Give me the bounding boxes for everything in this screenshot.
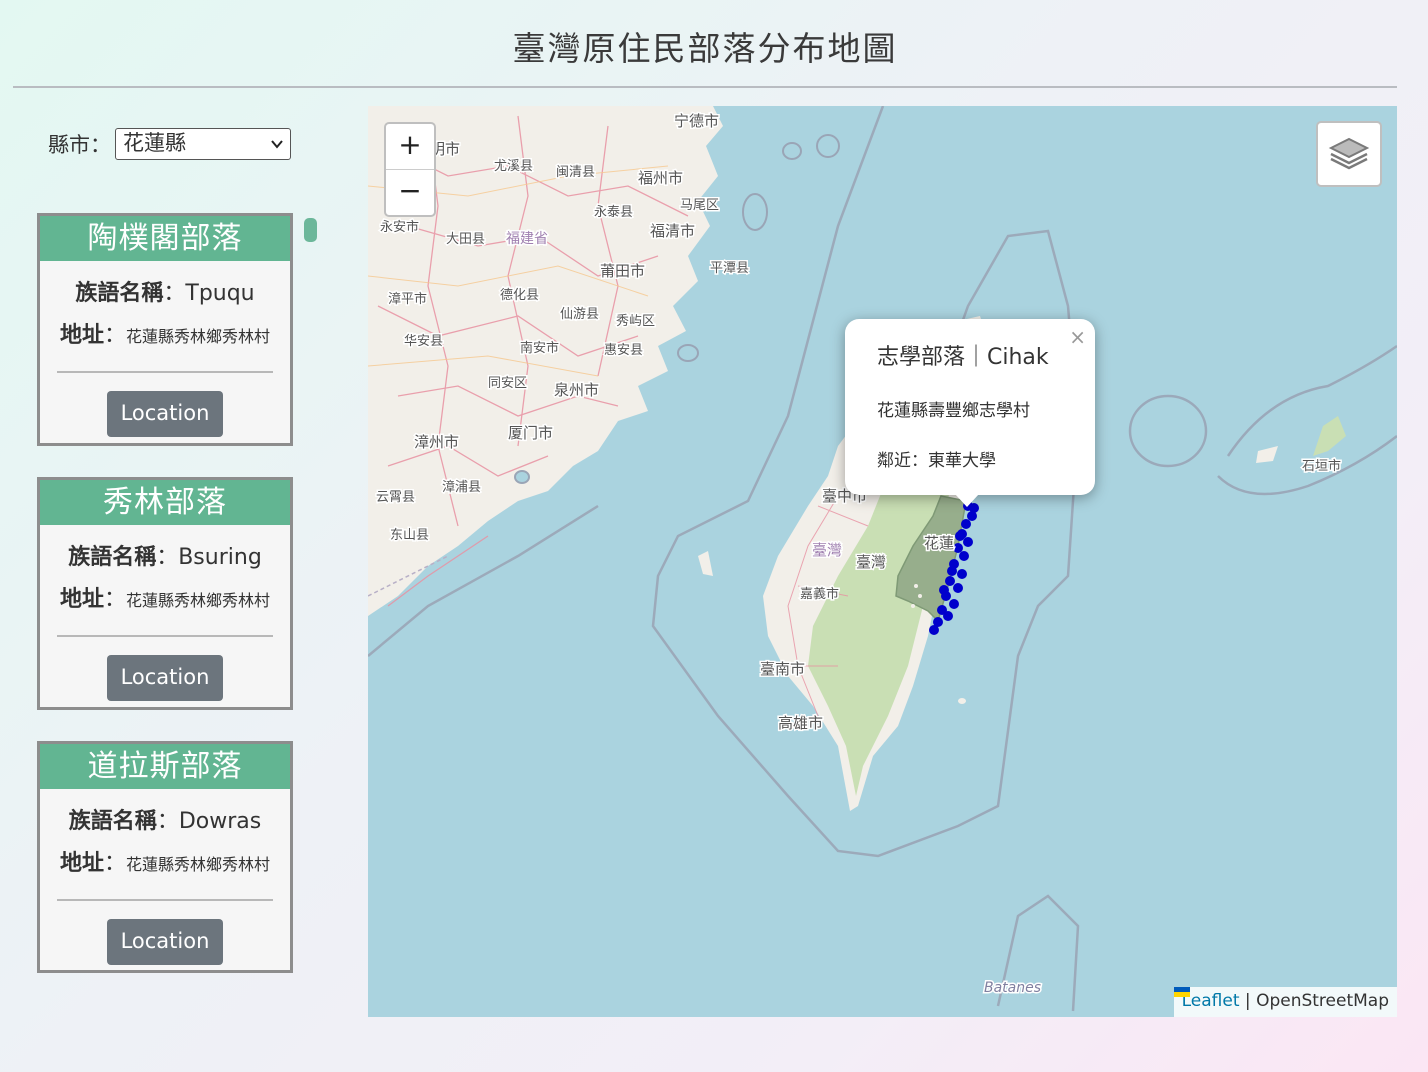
map-label: 华安县 [404, 334, 443, 349]
map-label: 嘉義市 [800, 586, 839, 602]
map-label: 仙游县 [560, 307, 599, 322]
tribe-card: 陶樸閣部落 族語名稱：Tpuqu 地址：花蓮縣秀林鄉秀林村 Location [37, 213, 293, 446]
map-attribution: Leaflet | OpenStreetMap [1173, 987, 1397, 1017]
map-label: 德化县 [500, 288, 539, 303]
map-label: 尤溪县 [494, 159, 533, 174]
tribe-name: 秀林部落 [40, 480, 290, 525]
location-button[interactable]: Location [106, 390, 224, 437]
map-label: 厦门市 [508, 424, 553, 442]
popup-tip [955, 494, 979, 507]
popup-address: 花蓮縣壽豐鄉志學村 [877, 401, 1030, 421]
tribe-card: 秀林部落 族語名稱：Bsuring 地址：花蓮縣秀林鄉秀林村 Location [37, 477, 293, 710]
map-label: 臺灣 [856, 553, 886, 571]
map-label: 秀屿区 [616, 314, 655, 329]
chevron-down-icon [271, 140, 283, 149]
map-label: Batanes [984, 980, 1041, 996]
map-label: 泉州市 [554, 381, 599, 399]
tribe-card: 道拉斯部落 族語名稱：Dowras 地址：花蓮縣秀林鄉秀林村 Location [37, 741, 293, 973]
map-label: 福建省 [506, 231, 548, 247]
layers-icon [1328, 137, 1370, 170]
card-divider [57, 899, 273, 901]
map-label: 漳平市 [388, 291, 427, 307]
county-select-value: 花蓮縣 [123, 131, 186, 155]
map-label: 平潭县 [710, 261, 749, 276]
map-label: 闽清县 [556, 165, 595, 180]
map-label: 惠安县 [604, 343, 643, 358]
card-divider [57, 635, 273, 637]
map-label: 同安区 [488, 376, 527, 391]
county-filter: 縣市： 花蓮縣 [48, 128, 291, 160]
map-label: 宁德市 [674, 112, 719, 130]
map-popup: × 志學部落｜Cihak 花蓮縣壽豐鄉志學村 鄰近：東華大學 [845, 319, 1095, 507]
popup-close-button[interactable]: × [1069, 325, 1086, 349]
layers-button[interactable] [1316, 121, 1382, 187]
list-scrollbar[interactable] [304, 218, 317, 242]
language-name: 族語名稱：Dowras [68, 809, 262, 834]
map-label: 臺南市 [760, 660, 805, 678]
map-label: 花蓮 [924, 534, 954, 552]
map-label: 福州市 [638, 169, 683, 187]
map-label: 大田县 [446, 232, 485, 247]
map-label: 漳浦县 [442, 479, 481, 495]
page-title: 臺灣原住民部落分布地圖 [512, 29, 898, 68]
tribe-name: 陶樸閣部落 [40, 216, 290, 261]
map-label: 南安市 [520, 340, 559, 356]
tribe-address: 地址：花蓮縣秀林鄉秀林村 [59, 587, 271, 612]
osm-link[interactable]: OpenStreetMap [1256, 991, 1389, 1011]
popup-nearby: 鄰近：東華大學 [877, 451, 996, 471]
location-button[interactable]: Location [106, 654, 224, 701]
map-label: 云霄县 [376, 490, 415, 505]
zoom-out-button[interactable]: − [386, 169, 434, 215]
card-divider [57, 371, 273, 373]
attribution-separator: | [1239, 991, 1257, 1011]
map-label: 臺灣 [812, 541, 842, 559]
map-label: 永泰县 [594, 205, 633, 220]
map-label: 东山县 [390, 528, 429, 543]
map-label: 永安市 [380, 219, 419, 235]
tribe-name: 道拉斯部落 [40, 744, 290, 789]
tribe-address: 地址：花蓮縣秀林鄉秀林村 [59, 323, 271, 348]
county-label: 縣市： [48, 133, 111, 157]
map-label: 莆田市 [600, 262, 645, 280]
zoom-control: + − [384, 122, 436, 217]
map-label: 马尾区 [680, 198, 719, 213]
zoom-in-button[interactable]: + [386, 124, 434, 169]
leaflet-link[interactable]: Leaflet [1182, 991, 1240, 1011]
title-divider [13, 86, 1397, 88]
map-view[interactable]: 宁德市 明市 尤溪县 闽清县 福州市 马尾区 永泰县 永安市 大田县 福建省 福… [368, 106, 1397, 1017]
map-label: 高雄市 [778, 714, 823, 732]
location-button[interactable]: Location [106, 918, 224, 965]
language-name: 族語名稱：Bsuring [68, 545, 262, 570]
tribe-address: 地址：花蓮縣秀林鄉秀林村 [59, 851, 271, 876]
county-select[interactable]: 花蓮縣 [115, 128, 291, 160]
popup-title: 志學部落｜Cihak [877, 345, 1049, 370]
map-label: 石垣市 [1302, 458, 1341, 474]
map-label: 福清市 [650, 222, 695, 240]
map-label: 漳州市 [414, 433, 459, 451]
language-name: 族語名稱：Tpuqu [75, 281, 255, 306]
flag-icon [1173, 987, 1190, 997]
map-tiles: 宁德市 明市 尤溪县 闽清县 福州市 马尾区 永泰县 永安市 大田县 福建省 福… [368, 106, 1397, 1012]
